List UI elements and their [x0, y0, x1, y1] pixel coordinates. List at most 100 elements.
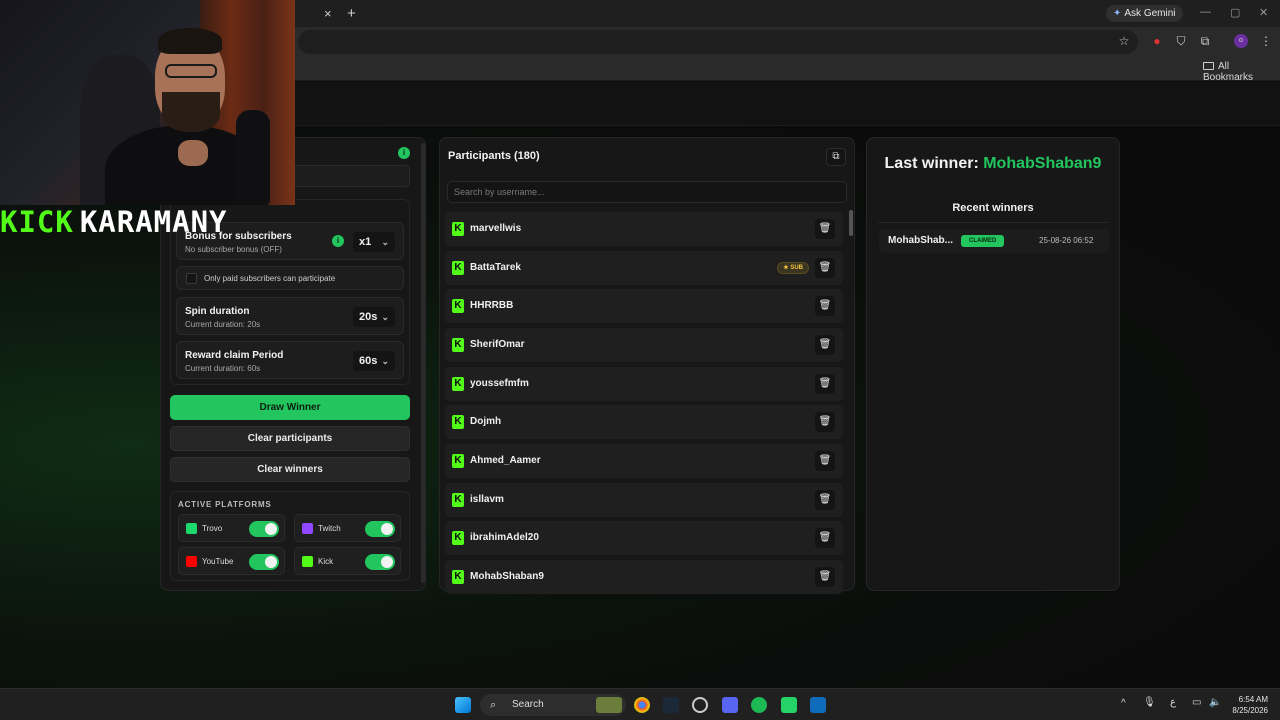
- participant-name: ibrahimAdel20: [470, 532, 539, 543]
- recent-winners-heading: Recent winners: [952, 202, 1034, 214]
- participant-row: K MohabShaban9 🗑: [445, 560, 843, 594]
- claimed-badge: CLAIMED: [961, 235, 1005, 247]
- platform-youtube: YouTube: [178, 547, 285, 575]
- trash-icon[interactable]: 🗑: [815, 335, 835, 355]
- spin-duration-subtitle: Current duration: 20s: [185, 320, 261, 329]
- trovo-icon: [186, 523, 197, 534]
- chevron-down-icon: ⌄: [381, 237, 389, 247]
- spin-duration-value: 20s: [359, 311, 378, 323]
- network-icon[interactable]: ▭: [1192, 697, 1201, 708]
- participants-scrollbar[interactable]: [849, 210, 853, 236]
- recent-winner-date: 25-08-26 06:52: [1039, 236, 1094, 245]
- chevron-down-icon: ⌄: [381, 356, 389, 366]
- last-winner-label: Last winner:: [884, 155, 979, 172]
- extension-red-icon[interactable]: ●: [1150, 34, 1164, 48]
- reward-claim-select[interactable]: 60s ⌄: [353, 351, 395, 371]
- paid-only-card[interactable]: Only paid subscribers can participate: [176, 266, 404, 290]
- reward-claim-card: Reward claim Period Current duration: 60…: [176, 341, 404, 379]
- divider: [878, 222, 1108, 223]
- trash-icon[interactable]: 🗑: [815, 528, 835, 548]
- spotify-icon[interactable]: [751, 697, 767, 713]
- sub-badge: ★ SUB: [777, 262, 809, 274]
- settings-info-icon[interactable]: i: [398, 147, 410, 159]
- minimize-icon[interactable]: —: [1200, 6, 1211, 18]
- paid-only-checkbox[interactable]: [186, 273, 197, 284]
- extensions-puzzle-icon[interactable]: ⧉: [1198, 34, 1212, 48]
- settings-scrollbar[interactable]: [421, 143, 425, 583]
- kick-toggle[interactable]: [365, 554, 395, 570]
- streamer-name-karamany: KARAMANY: [79, 205, 228, 239]
- tray-chevron-up-icon[interactable]: ^: [1121, 698, 1126, 709]
- youtube-icon: [186, 556, 197, 567]
- reward-claim-title: Reward claim Period: [185, 350, 284, 361]
- new-tab-icon[interactable]: +: [347, 5, 356, 22]
- language-indicator[interactable]: ع: [1170, 697, 1176, 708]
- paid-only-label: Only paid subscribers can participate: [204, 274, 336, 283]
- participant-name: Dojmh: [470, 416, 502, 427]
- outlook-icon[interactable]: [810, 697, 826, 713]
- microphone-icon[interactable]: 🎙: [1143, 697, 1156, 708]
- ask-gemini-button[interactable]: ✦ Ask Gemini: [1106, 5, 1183, 22]
- spin-duration-select[interactable]: 20s ⌄: [353, 307, 395, 327]
- profile-avatar-icon[interactable]: o: [1234, 34, 1248, 48]
- youtube-toggle[interactable]: [249, 554, 279, 570]
- all-bookmarks-button[interactable]: All Bookmarks: [1203, 61, 1280, 83]
- active-platforms-heading: ACTIVE PLATFORMS: [178, 500, 272, 509]
- twitch-icon: [302, 523, 313, 534]
- trash-icon[interactable]: 🗑: [815, 567, 835, 587]
- participant-name: SherifOmar: [470, 339, 525, 350]
- windows-taskbar: ⌕ Search ^ 🎙 ع ▭ 🔈 6:54 AM 8/25/2026: [0, 688, 1280, 720]
- kick-icon: K: [452, 299, 464, 313]
- shield-extension-icon[interactable]: ⛉: [1174, 34, 1188, 48]
- kick-icon: [302, 556, 313, 567]
- last-winner-heading: Last winner: MohabShaban9: [866, 155, 1120, 173]
- participant-search-input[interactable]: Search by username...: [447, 181, 847, 203]
- twitch-toggle[interactable]: [365, 521, 395, 537]
- trash-icon[interactable]: 🗑: [815, 219, 835, 239]
- chrome-icon[interactable]: [634, 697, 650, 713]
- participant-row: K BattaTarek ★ SUB 🗑: [445, 251, 843, 285]
- bookmark-star-icon[interactable]: ☆: [1117, 34, 1131, 48]
- trash-icon[interactable]: 🗑: [815, 412, 835, 432]
- gemini-sparkle-icon: ✦: [1113, 8, 1122, 19]
- browser-menu-icon[interactable]: ⋮: [1259, 34, 1273, 48]
- participant-name: HHRRBB: [470, 300, 514, 311]
- trovo-toggle[interactable]: [249, 521, 279, 537]
- participant-name: Ahmed_Aamer: [470, 455, 541, 466]
- kick-icon: K: [452, 222, 464, 236]
- copy-icon[interactable]: ⧉: [826, 148, 846, 166]
- trash-icon[interactable]: 🗑: [815, 490, 835, 510]
- streamer-name-kick: KICK: [0, 205, 74, 239]
- kick-icon: K: [452, 570, 464, 584]
- discord-icon[interactable]: [722, 697, 738, 713]
- whatsapp-icon[interactable]: [781, 697, 797, 713]
- taskbar-search[interactable]: ⌕ Search: [480, 694, 626, 716]
- trash-icon[interactable]: 🗑: [815, 451, 835, 471]
- start-icon[interactable]: [455, 697, 471, 713]
- spin-duration-card: Spin duration Current duration: 20s 20s …: [176, 297, 404, 335]
- kick-icon: K: [452, 377, 464, 391]
- participant-row: K Dojmh 🗑: [445, 405, 843, 439]
- address-bar[interactable]: [298, 30, 1138, 54]
- participants-heading: Participants (180): [448, 150, 540, 162]
- maximize-icon[interactable]: ▢: [1230, 6, 1240, 19]
- clear-participants-button[interactable]: Clear participants: [170, 426, 410, 451]
- taskbar-clock[interactable]: 6:54 AM 8/25/2026: [1228, 694, 1268, 716]
- trash-icon[interactable]: 🗑: [815, 374, 835, 394]
- trash-icon[interactable]: 🗑: [815, 296, 835, 316]
- platform-youtube-label: YouTube: [202, 557, 234, 566]
- obs-icon[interactable]: [692, 697, 708, 713]
- draw-winner-button[interactable]: Draw Winner: [170, 395, 410, 420]
- spin-duration-title: Spin duration: [185, 306, 250, 317]
- participant-row: KibrahimAdel20 🗑: [445, 521, 843, 555]
- tab-close-icon[interactable]: ×: [324, 6, 332, 21]
- bonus-info-icon[interactable]: i: [332, 235, 344, 247]
- volume-icon[interactable]: 🔈: [1209, 697, 1221, 708]
- participant-name: BattaTarek: [470, 262, 521, 273]
- subscriber-bonus-select[interactable]: x1 ⌄: [353, 232, 395, 252]
- steam-icon[interactable]: [663, 697, 679, 713]
- window-close-icon[interactable]: ✕: [1259, 6, 1268, 19]
- participant-name: youssefmfm: [470, 378, 529, 389]
- trash-icon[interactable]: 🗑: [815, 258, 835, 278]
- clear-winners-button[interactable]: Clear winners: [170, 457, 410, 482]
